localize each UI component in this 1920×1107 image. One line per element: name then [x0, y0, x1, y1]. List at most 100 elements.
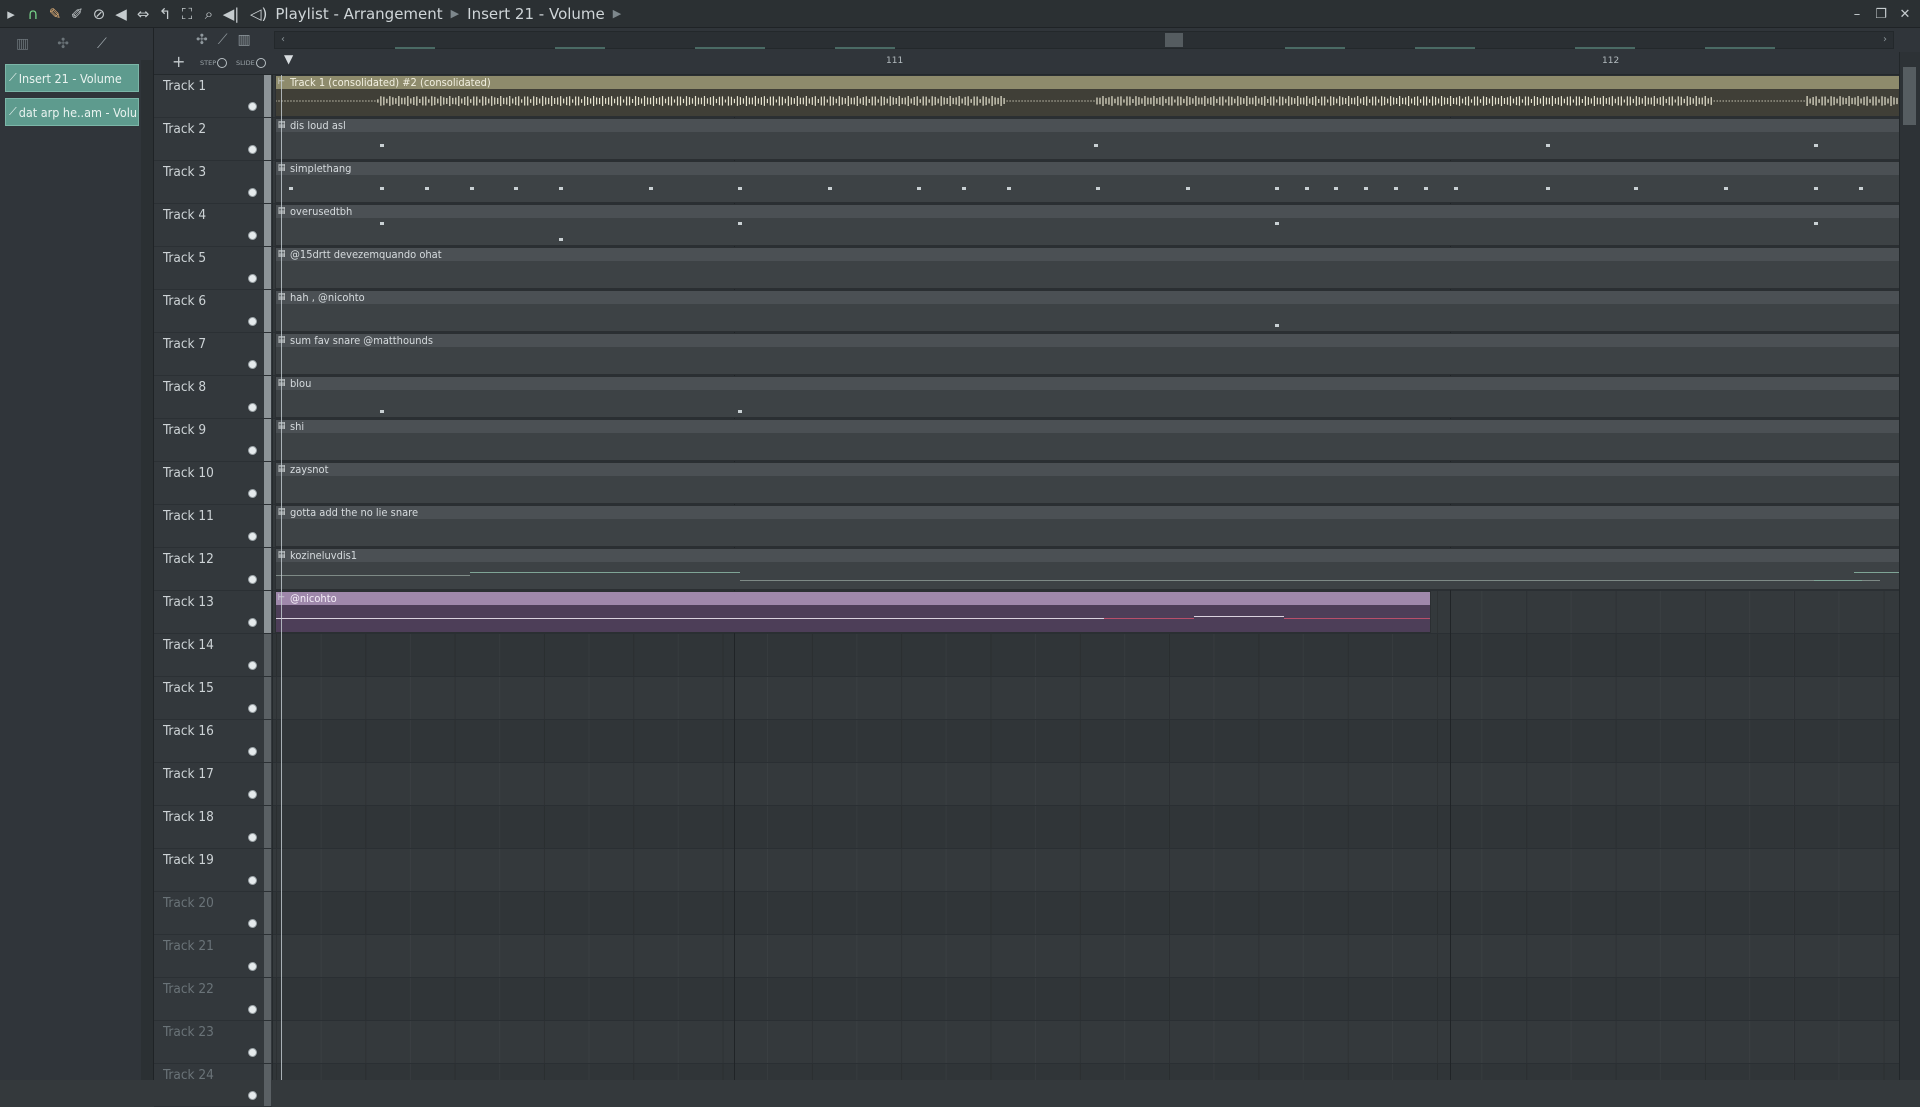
track-header[interactable]: Track 5 — [154, 247, 272, 290]
track-header[interactable]: Track 11 — [154, 505, 272, 548]
track-header[interactable]: Track 22 — [154, 978, 272, 1021]
minimize-icon[interactable]: – — [1850, 7, 1864, 22]
track-name[interactable]: Track 15 — [163, 680, 214, 696]
automation-clip[interactable]: ⊢@nicohto — [275, 591, 1431, 633]
track-name[interactable]: Track 11 — [163, 508, 214, 524]
track-name[interactable]: Track 22 — [163, 981, 214, 997]
scroll-thumb[interactable] — [1165, 33, 1183, 47]
paint-icon[interactable]: ✐ — [66, 0, 88, 28]
track-name[interactable]: Track 20 — [163, 895, 214, 911]
clip-header[interactable]: ▤sum fav snare @matthounds — [276, 334, 1899, 347]
track-mute-led[interactable] — [248, 274, 257, 283]
track-mute-led[interactable] — [248, 876, 257, 885]
track-name[interactable]: Track 13 — [163, 594, 214, 610]
slip-icon[interactable]: ⇔ — [132, 0, 154, 28]
track-lane[interactable] — [273, 634, 1899, 677]
pencil-icon[interactable]: ✎ — [44, 0, 66, 28]
clip-header[interactable]: ▤gotta add the no lie snare — [276, 506, 1899, 519]
track-mute-led[interactable] — [248, 575, 257, 584]
clip-header[interactable]: ⊢Track 1 (consolidated) #2 (consolidated… — [276, 76, 1899, 89]
track-name[interactable]: Track 14 — [163, 637, 214, 653]
piano-icon[interactable]: ▥ — [16, 36, 29, 52]
track-mute-led[interactable] — [248, 145, 257, 154]
clip-header[interactable]: ▤shi — [276, 420, 1899, 433]
clip-header[interactable]: ▤simplethang — [276, 162, 1899, 175]
track-name[interactable]: Track 10 — [163, 465, 214, 481]
clip-header[interactable]: ▤overusedtbh — [276, 205, 1899, 218]
clip-source-item[interactable]: ⟋ Insert 21 - Volume — [5, 64, 139, 92]
left-panel-scrollbar[interactable] — [141, 60, 153, 1080]
add-track-button[interactable]: + — [172, 52, 185, 71]
track-header[interactable]: Track 7 — [154, 333, 272, 376]
track-lane[interactable] — [273, 1064, 1899, 1080]
track-lane[interactable] — [273, 935, 1899, 978]
track-name[interactable]: Track 19 — [163, 852, 214, 868]
automation-tool-icon[interactable]: ⟋ — [218, 32, 228, 48]
track-header[interactable]: Track 19 — [154, 849, 272, 892]
pattern-clip[interactable]: ▤overusedtbh — [275, 204, 1899, 246]
track-name[interactable]: Track 21 — [163, 938, 214, 954]
track-header[interactable]: Track 15 — [154, 677, 272, 720]
track-mute-led[interactable] — [248, 317, 257, 326]
track-mute-led[interactable] — [248, 1091, 257, 1100]
track-mute-led[interactable] — [248, 833, 257, 842]
track-name[interactable]: Track 24 — [163, 1067, 214, 1083]
clip-header[interactable]: ▤zaysnot — [276, 463, 1899, 476]
select-icon[interactable]: ⛶ — [176, 0, 198, 28]
track-mute-led[interactable] — [248, 403, 257, 412]
track-lane[interactable] — [273, 806, 1899, 849]
playback-icon[interactable]: ◀| — [220, 0, 242, 28]
track-name[interactable]: Track 4 — [163, 207, 206, 223]
pattern-clip[interactable]: ▤@15drtt devezemquando ohat — [275, 247, 1899, 289]
track-lane[interactable] — [273, 720, 1899, 763]
zoom-icon[interactable]: ⌕ — [198, 0, 220, 28]
track-header[interactable]: Track 21 — [154, 935, 272, 978]
track-mute-led[interactable] — [248, 1048, 257, 1057]
track-header[interactable]: Track 12 — [154, 548, 272, 591]
chevron-right-icon[interactable]: ▶ — [613, 7, 621, 20]
track-mute-led[interactable] — [248, 1005, 257, 1014]
pattern-tool-icon[interactable]: ▥ — [238, 32, 251, 48]
track-header[interactable]: Track 16 — [154, 720, 272, 763]
mute-icon[interactable]: ◀ — [110, 0, 132, 28]
move-icon[interactable]: ✣ — [196, 32, 208, 48]
track-header[interactable]: Track 1 — [154, 75, 272, 118]
playlist-grid[interactable]: ⊢Track 1 (consolidated) #2 (consolidated… — [273, 75, 1899, 1080]
track-lane[interactable] — [273, 978, 1899, 1021]
step-toggle[interactable]: STEP — [200, 58, 228, 68]
playhead-marker-icon[interactable]: ▼ — [284, 52, 293, 66]
clip-header[interactable]: ▤dis loud asl — [276, 119, 1899, 132]
track-mute-led[interactable] — [248, 704, 257, 713]
track-mute-led[interactable] — [248, 446, 257, 455]
vertical-scroll-thumb[interactable] — [1903, 67, 1916, 125]
clip-header[interactable]: ▤kozineluvdis1 — [276, 549, 1899, 562]
track-mute-led[interactable] — [248, 618, 257, 627]
timeline-ruler[interactable]: ▼ 111 112 — [284, 48, 1904, 74]
track-header[interactable]: Track 10 — [154, 462, 272, 505]
pattern-clip[interactable]: ▤blou — [275, 376, 1899, 418]
track-mute-led[interactable] — [248, 790, 257, 799]
step-knob[interactable] — [217, 58, 228, 68]
track-lane[interactable] — [273, 763, 1899, 806]
track-mute-led[interactable] — [248, 661, 257, 670]
track-mute-led[interactable] — [248, 962, 257, 971]
playhead[interactable] — [281, 75, 282, 1080]
track-header[interactable]: Track 2 — [154, 118, 272, 161]
pattern-clip[interactable]: ▤simplethang — [275, 161, 1899, 203]
track-header[interactable]: Track 17 — [154, 763, 272, 806]
track-lane[interactable] — [273, 677, 1899, 720]
slide-knob[interactable] — [255, 58, 266, 68]
track-header[interactable]: Track 9 — [154, 419, 272, 462]
pattern-clip[interactable]: ▤shi — [275, 419, 1899, 461]
track-mute-led[interactable] — [248, 231, 257, 240]
track-header[interactable]: Track 13 — [154, 591, 272, 634]
scroll-left-icon[interactable]: ‹ — [275, 32, 291, 48]
track-name[interactable]: Track 17 — [163, 766, 214, 782]
delete-icon[interactable]: ⊘ — [88, 0, 110, 28]
track-header[interactable]: Track 6 — [154, 290, 272, 333]
track-header[interactable]: Track 4 — [154, 204, 272, 247]
track-mute-led[interactable] — [248, 188, 257, 197]
track-header[interactable]: Track 8 — [154, 376, 272, 419]
close-icon[interactable]: ✕ — [1898, 7, 1912, 22]
track-name[interactable]: Track 8 — [163, 379, 206, 395]
